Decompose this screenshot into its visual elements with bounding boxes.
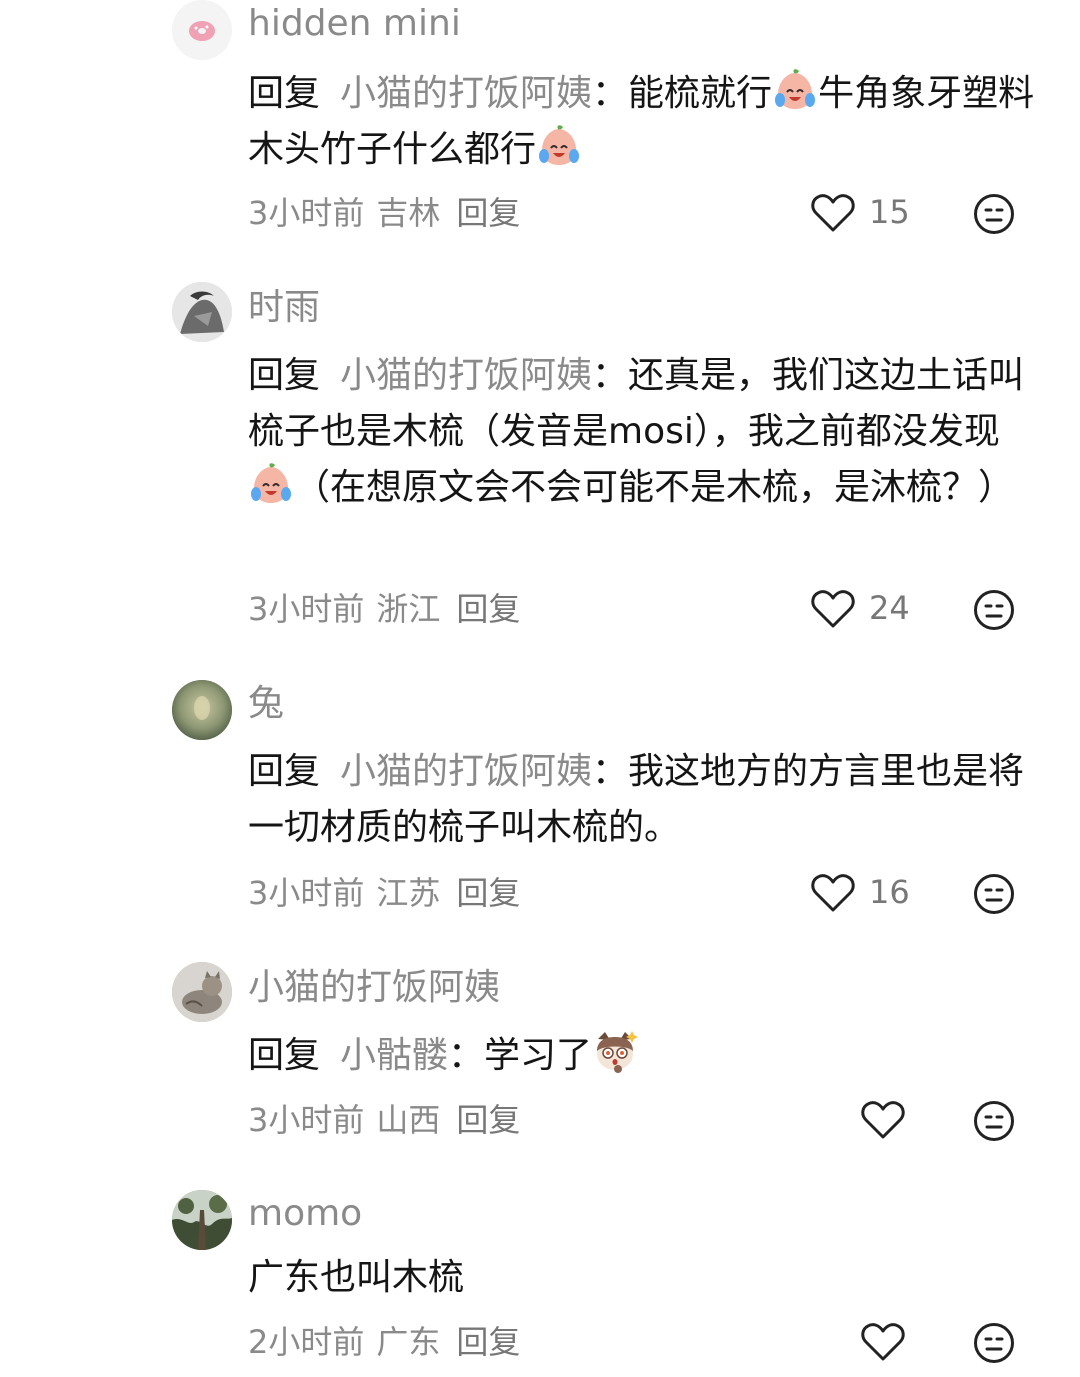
heart-outline-icon (861, 1101, 905, 1139)
comment-text-part: （在想原文会不会可能不是木梳，是沐梳？） (294, 467, 1015, 508)
comment-text-part: 广东也叫木梳 (248, 1257, 465, 1298)
comment-meta: 3小时前 江苏 回复 (248, 873, 520, 913)
username[interactable]: 兔 (248, 680, 284, 728)
avatar[interactable] (172, 962, 232, 1022)
colon: ： (592, 73, 629, 114)
reply-keyword: 回复 (248, 355, 321, 396)
reply-button[interactable]: 回复 (456, 874, 520, 912)
location: 广东 (376, 1323, 441, 1361)
timestamp: 3小时前 (248, 194, 365, 232)
dislike-button[interactable] (973, 1100, 1015, 1142)
reply-button[interactable]: 回复 (456, 1101, 520, 1139)
like-count: 15 (869, 193, 910, 231)
like-count: 24 (869, 589, 910, 627)
username[interactable]: 小猫的打饭阿姨 (248, 964, 500, 1012)
crying-laughing-peach-emoji (775, 69, 816, 109)
heart-outline-icon (811, 194, 855, 232)
dislike-button[interactable] (973, 193, 1015, 235)
reply-keyword: 回复 (248, 1035, 321, 1076)
reply-target-name[interactable]: 小猫的打饭阿姨 (340, 751, 592, 792)
comment-meta: 3小时前 吉林 回复 (248, 193, 520, 233)
reply-button[interactable]: 回复 (456, 1323, 520, 1361)
neutral-face-icon (974, 874, 1014, 914)
reply-keyword: 回复 (248, 73, 321, 114)
comment-text: 回复 小猫的打饭阿姨：还真是，我们这边土话叫梳子也是木梳（发音是mosi），我之前… (248, 348, 1038, 516)
reply-button[interactable]: 回复 (456, 194, 520, 232)
neutral-face-icon (974, 590, 1014, 630)
location: 山西 (376, 1101, 441, 1139)
crying-laughing-peach-emoji (539, 125, 580, 165)
cat-photo-avatar-icon (172, 962, 232, 1022)
avatar[interactable] (172, 680, 232, 740)
dislike-button[interactable] (973, 1322, 1015, 1364)
donut-avatar-icon (172, 0, 232, 60)
colon: ： (448, 1035, 485, 1076)
comment-text: 回复 小猫的打饭阿姨：能梳就行 牛角象牙塑料木头竹子什么都行 (248, 66, 1038, 178)
blurred-photo-avatar-icon (172, 680, 232, 740)
comment-text-part: 学习了 (484, 1035, 593, 1076)
avatar[interactable] (172, 282, 232, 342)
surprised-cat-emoji (597, 1031, 639, 1073)
timestamp: 2小时前 (248, 1323, 365, 1361)
neutral-face-icon (974, 194, 1014, 234)
reply-keyword: 回复 (248, 751, 321, 792)
location: 吉林 (376, 194, 441, 232)
avatar[interactable] (172, 0, 232, 60)
neutral-face-icon (974, 1323, 1014, 1363)
reply-target-name[interactable]: 小猫的打饭阿姨 (340, 73, 592, 114)
avatar[interactable] (172, 1190, 232, 1250)
sketch-avatar-icon (172, 282, 232, 342)
comment-meta: 2小时前 广东 回复 (248, 1322, 520, 1362)
timestamp: 3小时前 (248, 874, 365, 912)
crying-laughing-peach-emoji (251, 463, 291, 503)
username[interactable]: momo (248, 1190, 362, 1238)
comment-meta: 3小时前 浙江 回复 (248, 589, 520, 629)
tree-photo-avatar-icon (172, 1190, 232, 1250)
dislike-button[interactable] (973, 873, 1015, 915)
comment-meta: 3小时前 山西 回复 (248, 1100, 520, 1140)
like-count: 16 (869, 873, 910, 911)
heart-outline-icon (861, 1323, 905, 1361)
comment-text: 广东也叫木梳 (248, 1250, 1038, 1306)
comment-text: 回复 小猫的打饭阿姨：我这地方的方言里也是将一切材质的梳子叫木梳的。 (248, 744, 1038, 856)
reply-target-name[interactable]: 小骷髅 (340, 1035, 448, 1076)
dislike-button[interactable] (973, 589, 1015, 631)
location: 浙江 (376, 590, 441, 628)
colon: ： (592, 751, 629, 792)
timestamp: 3小时前 (248, 1101, 365, 1139)
colon: ： (592, 355, 629, 396)
comment-text-part: 能梳就行 (628, 73, 773, 114)
heart-outline-icon (811, 874, 855, 912)
heart-outline-icon (811, 590, 855, 628)
timestamp: 3小时前 (248, 590, 365, 628)
username[interactable]: hidden mini (248, 0, 461, 48)
location: 江苏 (376, 874, 441, 912)
reply-button[interactable]: 回复 (456, 590, 520, 628)
reply-target-name[interactable]: 小猫的打饭阿姨 (340, 355, 592, 396)
neutral-face-icon (974, 1101, 1014, 1141)
comment-text: 回复 小骷髅：学习了 (248, 1028, 1038, 1084)
username[interactable]: 时雨 (248, 284, 320, 332)
